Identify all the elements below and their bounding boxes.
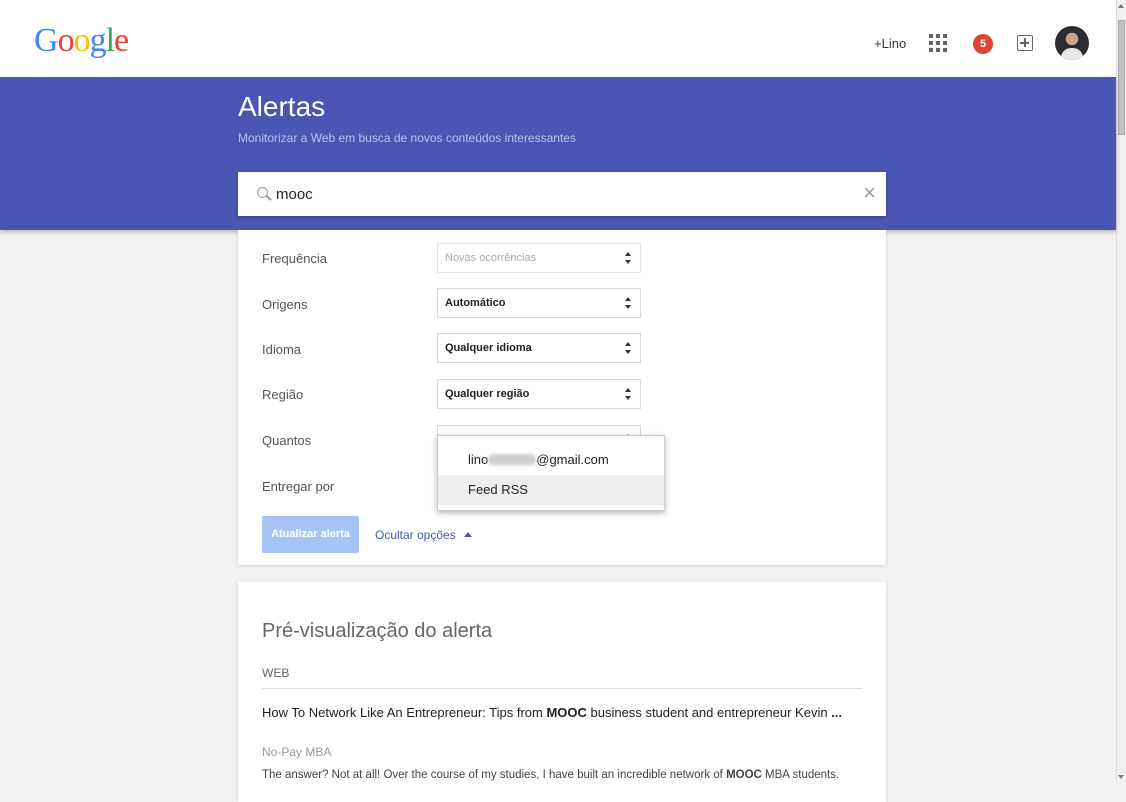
- redacted-text: [488, 454, 537, 465]
- google-logo[interactable]: Google: [34, 22, 129, 59]
- apps-grid-icon[interactable]: [929, 34, 947, 52]
- sources-value: Automático: [445, 297, 506, 309]
- avatar[interactable]: [1055, 26, 1089, 60]
- language-select[interactable]: Qualquer idioma: [437, 333, 641, 363]
- region-value: Qualquer região: [445, 388, 530, 400]
- result-title-ellipsis: ...: [831, 705, 843, 720]
- select-arrow-icon: [625, 297, 632, 309]
- alert-options-card: Frequência Novas ocorrências Origens Aut…: [238, 230, 886, 565]
- hide-options-link[interactable]: Ocultar opções: [375, 528, 472, 542]
- select-arrow-icon: [625, 342, 632, 354]
- result-source: No-Pay MBA: [262, 745, 332, 759]
- logo-letter: o: [73, 22, 91, 59]
- scrollbar-thumb[interactable]: [1118, 20, 1125, 135]
- search-icon: [257, 187, 268, 198]
- alert-preview-card: Pré-visualização do alerta WEB How To Ne…: [238, 582, 886, 802]
- sources-label: Origens: [262, 297, 308, 312]
- language-value: Qualquer idioma: [445, 342, 532, 354]
- alert-query-input[interactable]: mooc ×: [238, 172, 886, 216]
- logo-letter: o: [57, 22, 75, 59]
- alerts-header: Alertas Monitorizar a Web em busca de no…: [0, 77, 1116, 230]
- page-title: Alertas: [238, 91, 326, 122]
- deliver-option-email[interactable]: lino @gmail.com: [438, 445, 664, 475]
- frequency-select[interactable]: Novas ocorrências: [437, 243, 641, 273]
- top-bar: Google +Lino 5: [0, 0, 1116, 77]
- scroll-down-icon[interactable]: [1118, 775, 1124, 779]
- scroll-up-icon[interactable]: [1118, 4, 1124, 8]
- region-label: Região: [262, 387, 304, 402]
- preview-title: Pré-visualização do alerta: [262, 620, 493, 642]
- result-title-text: business student and entrepreneur Kevin: [586, 705, 832, 720]
- result-title-link[interactable]: How To Network Like An Entrepreneur: Tip…: [262, 703, 862, 722]
- close-icon[interactable]: ×: [863, 182, 876, 204]
- logo-letter: G: [34, 22, 59, 59]
- snippet-text: The answer? Not at all! Over the course …: [262, 769, 727, 781]
- result-title-text: How To Network Like An Entrepreneur: Tip…: [262, 705, 547, 720]
- logo-letter: g: [89, 22, 107, 59]
- page-subtitle: Monitorizar a Web em busca de novos cont…: [238, 131, 576, 145]
- logo-letter: e: [114, 22, 129, 59]
- email-suffix: @gmail.com: [536, 452, 609, 467]
- caret-up-icon: [463, 532, 472, 537]
- sources-select[interactable]: Automático: [437, 288, 641, 318]
- deliver-to-label: Entregar por: [262, 479, 335, 494]
- user-profile-link[interactable]: +Lino: [874, 36, 906, 51]
- frequency-value: Novas ocorrências: [445, 252, 537, 264]
- email-prefix: lino: [468, 452, 489, 467]
- snippet-highlight: MOOC: [726, 769, 762, 781]
- logo-letter: l: [105, 22, 116, 59]
- result-snippet: The answer? Not at all! Over the course …: [262, 769, 882, 781]
- frequency-label: Frequência: [262, 251, 328, 266]
- select-arrow-icon: [625, 252, 632, 264]
- share-plus-icon[interactable]: [1017, 35, 1033, 51]
- select-arrow-icon: [625, 388, 632, 400]
- divider: [262, 688, 862, 689]
- section-label-web: WEB: [262, 666, 290, 680]
- result-title-highlight: MOOC: [546, 705, 587, 720]
- page-scrollbar[interactable]: [1116, 0, 1126, 783]
- deliver-option-rss[interactable]: Feed RSS: [438, 475, 664, 505]
- snippet-text: MBA students.: [761, 769, 840, 781]
- notifications-badge[interactable]: 5: [973, 34, 993, 54]
- how-many-label: Quantos: [262, 433, 312, 448]
- region-select[interactable]: Qualquer região: [437, 379, 641, 409]
- hide-options-label: Ocultar opções: [375, 528, 456, 542]
- deliver-to-dropdown: lino @gmail.com Feed RSS: [437, 435, 665, 511]
- alert-query-value[interactable]: mooc: [276, 186, 313, 203]
- update-alert-button[interactable]: Atualizar alerta: [262, 516, 359, 553]
- language-label: Idioma: [262, 342, 302, 357]
